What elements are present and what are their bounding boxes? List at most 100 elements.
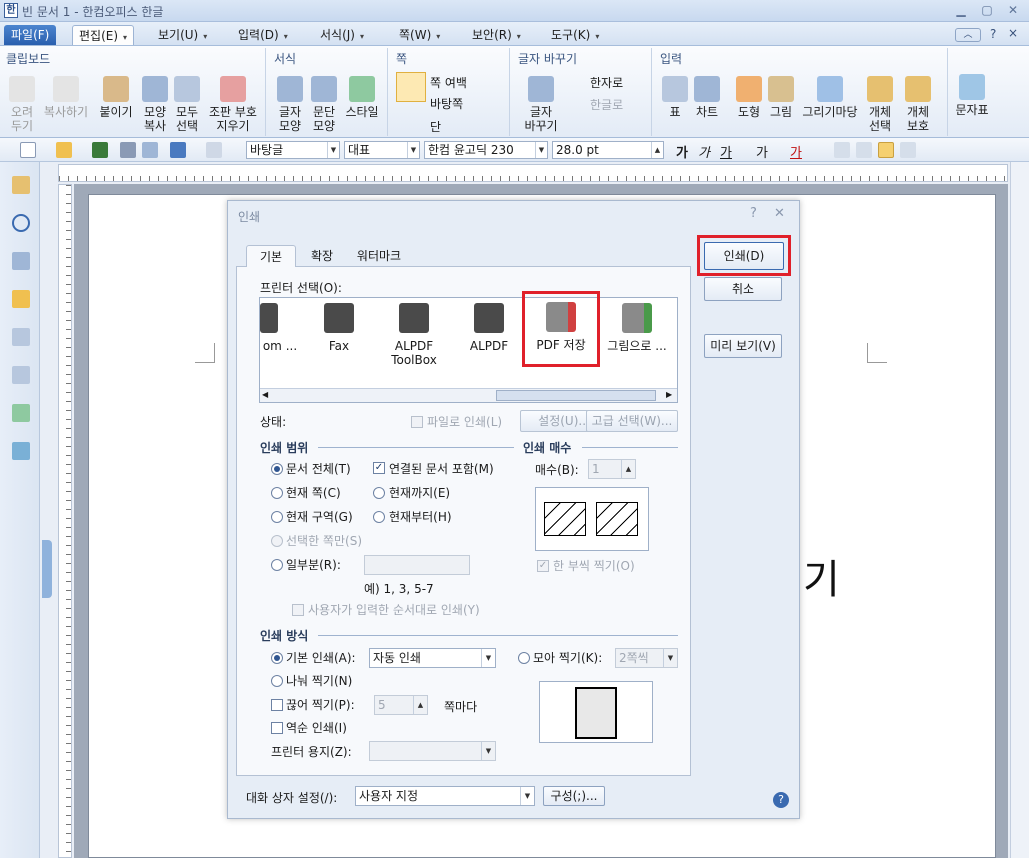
user-order-checkbox[interactable] bbox=[292, 604, 304, 616]
puzzle-icon[interactable] bbox=[12, 404, 30, 422]
menu-view[interactable]: 보기(U) ▾ bbox=[152, 25, 213, 45]
print-button[interactable]: 인쇄(D) bbox=[704, 242, 784, 270]
printer-item-alpdf[interactable]: ALPDF bbox=[454, 299, 524, 353]
menu-security[interactable]: 보안(R) ▾ bbox=[466, 25, 527, 45]
method-basic-select[interactable]: 자동 인쇄 ▼ bbox=[369, 648, 496, 668]
hangul-button[interactable]: 한글로 bbox=[590, 96, 623, 113]
printer-item-image[interactable]: 그림으로 ... bbox=[602, 299, 672, 353]
close-button[interactable]: ✕ bbox=[1002, 2, 1024, 18]
strike-button[interactable]: 가 bbox=[756, 142, 768, 161]
para-shape-button[interactable]: 문단 모양 bbox=[308, 76, 340, 133]
advanced-button[interactable]: 고급 선택(W)... bbox=[586, 410, 678, 432]
tab-watermark[interactable]: 워터마크 bbox=[346, 245, 412, 267]
preview-icon[interactable] bbox=[142, 142, 158, 158]
vertical-scrollbar[interactable] bbox=[1010, 162, 1029, 858]
copy-button[interactable]: 복사하기 bbox=[40, 76, 92, 119]
tab-basic[interactable]: 기본 bbox=[246, 245, 296, 267]
maximize-button[interactable]: ▢ bbox=[976, 2, 998, 18]
align-right-icon[interactable] bbox=[900, 142, 916, 158]
help-icon[interactable] bbox=[12, 214, 30, 232]
hanja-button[interactable]: 한자로 bbox=[590, 74, 623, 91]
preview-button[interactable]: 미리 보기(V) bbox=[704, 334, 782, 358]
range-all-radio[interactable] bbox=[271, 463, 283, 475]
linked-docs-checkbox[interactable]: ✓ bbox=[373, 462, 385, 474]
printer-item-alpdf-toolbox[interactable]: ALPDF ToolBox bbox=[379, 299, 449, 367]
copies-input[interactable]: 1 ▲ bbox=[588, 459, 636, 479]
italic-button[interactable]: 가 bbox=[698, 142, 710, 161]
align-center-icon[interactable] bbox=[878, 142, 894, 158]
obj-protect-button[interactable]: 개체 보호 bbox=[898, 76, 938, 133]
cancel-button[interactable]: 취소 bbox=[704, 277, 782, 301]
help-circle-icon[interactable]: ? bbox=[773, 792, 789, 808]
menu-page[interactable]: 쪽(W) ▾ bbox=[393, 25, 446, 45]
help-button[interactable]: ? bbox=[990, 27, 996, 41]
vertical-ruler[interactable] bbox=[58, 184, 72, 858]
lang-select[interactable]: 대표 ▼ bbox=[344, 141, 420, 159]
range-from-current-radio[interactable] bbox=[373, 511, 385, 523]
char-change-button[interactable]: 글자 바꾸기 bbox=[518, 76, 564, 133]
method-split-radio[interactable] bbox=[271, 675, 283, 687]
page-margin-button[interactable]: 쪽 여백 bbox=[430, 74, 467, 91]
menu-file[interactable]: 파일(F) bbox=[4, 25, 57, 45]
draw-button[interactable]: 그리기마당 bbox=[798, 76, 862, 119]
page-icon[interactable] bbox=[396, 72, 426, 102]
range-partial-radio[interactable] bbox=[271, 559, 283, 571]
tab-extended[interactable]: 확장 bbox=[302, 245, 342, 267]
underline-button[interactable]: 가 bbox=[720, 142, 732, 161]
printer-list-scrollbar[interactable]: ◀ ▶ bbox=[260, 388, 677, 402]
ribbon-collapse-button[interactable]: ︿ bbox=[955, 28, 981, 42]
align-justify-icon[interactable] bbox=[834, 142, 850, 158]
style-list-icon[interactable] bbox=[12, 442, 30, 460]
config-button[interactable]: 구성(;)... bbox=[543, 786, 605, 806]
scroll-thumb[interactable] bbox=[496, 390, 656, 401]
print-to-file-checkbox[interactable] bbox=[411, 416, 423, 428]
menu-format[interactable]: 서식(J) ▾ bbox=[314, 25, 370, 45]
paste-button[interactable]: 붙이기 bbox=[96, 76, 136, 119]
paper-select[interactable]: ▼ bbox=[369, 741, 496, 761]
help-icon[interactable]: ? bbox=[750, 206, 757, 221]
image-button[interactable]: 그림 bbox=[766, 76, 796, 119]
table-list-icon[interactable] bbox=[12, 366, 30, 384]
font-select[interactable]: 한컴 윤고딕 230 ▼ bbox=[424, 141, 548, 159]
book-icon[interactable] bbox=[12, 176, 30, 194]
close-doc-button[interactable]: × bbox=[1008, 26, 1018, 40]
new-doc-icon[interactable] bbox=[20, 142, 36, 158]
break-checkbox[interactable] bbox=[271, 699, 283, 711]
range-current-section-radio[interactable] bbox=[271, 511, 283, 523]
lightning-icon[interactable] bbox=[12, 290, 30, 308]
menu-tools[interactable]: 도구(K) ▾ bbox=[545, 25, 605, 45]
chart-button[interactable]: 차트 bbox=[692, 76, 722, 119]
copy-format-button[interactable]: 모양 복사 bbox=[138, 76, 172, 133]
bold-button[interactable]: 가 bbox=[676, 142, 688, 161]
obj-select-button[interactable]: 개체 선택 bbox=[864, 76, 896, 133]
table-button[interactable]: 표 bbox=[660, 76, 690, 119]
break-input[interactable]: 5 ▲ bbox=[374, 695, 428, 715]
range-until-current-radio[interactable] bbox=[373, 487, 385, 499]
font-size-field[interactable]: 28.0 pt ▲ bbox=[552, 141, 664, 159]
document-icon[interactable] bbox=[12, 328, 30, 346]
minimize-button[interactable]: ▁ bbox=[950, 2, 972, 18]
printer-item-0[interactable]: om ... bbox=[260, 299, 300, 353]
printer-item-fax[interactable]: Fax bbox=[304, 299, 374, 353]
collate-checkbox[interactable]: ✓ bbox=[537, 560, 549, 572]
style-button[interactable]: 스타일 bbox=[342, 76, 382, 119]
style-select[interactable]: 바탕글 ▼ bbox=[246, 141, 340, 159]
reverse-checkbox[interactable] bbox=[271, 722, 283, 734]
range-partial-input[interactable] bbox=[364, 555, 470, 575]
dialog-settings-select[interactable]: 사용자 지정 ▼ bbox=[355, 786, 535, 806]
undo-icon[interactable] bbox=[170, 142, 186, 158]
scroll-left-icon[interactable]: ◀ bbox=[262, 390, 268, 399]
bg-page-button[interactable]: 바탕쪽 bbox=[430, 95, 463, 112]
range-current-page-radio[interactable] bbox=[271, 487, 283, 499]
redo-icon[interactable] bbox=[206, 142, 222, 158]
menu-edit[interactable]: 편집(E) ▾ bbox=[72, 25, 135, 45]
method-basic-radio[interactable] bbox=[271, 652, 283, 664]
font-color-button[interactable]: 가 bbox=[790, 142, 802, 161]
symbol-button[interactable]: 문자표 bbox=[950, 74, 994, 117]
cut-button[interactable]: 오려 두기 bbox=[4, 76, 40, 133]
column-button[interactable]: 단 bbox=[430, 118, 441, 135]
method-gather-select[interactable]: 2쪽씩 ▼ bbox=[615, 648, 678, 668]
range-selected-radio[interactable] bbox=[271, 535, 283, 547]
align-left-icon[interactable] bbox=[856, 142, 872, 158]
select-all-button[interactable]: 모두 선택 bbox=[172, 76, 202, 133]
